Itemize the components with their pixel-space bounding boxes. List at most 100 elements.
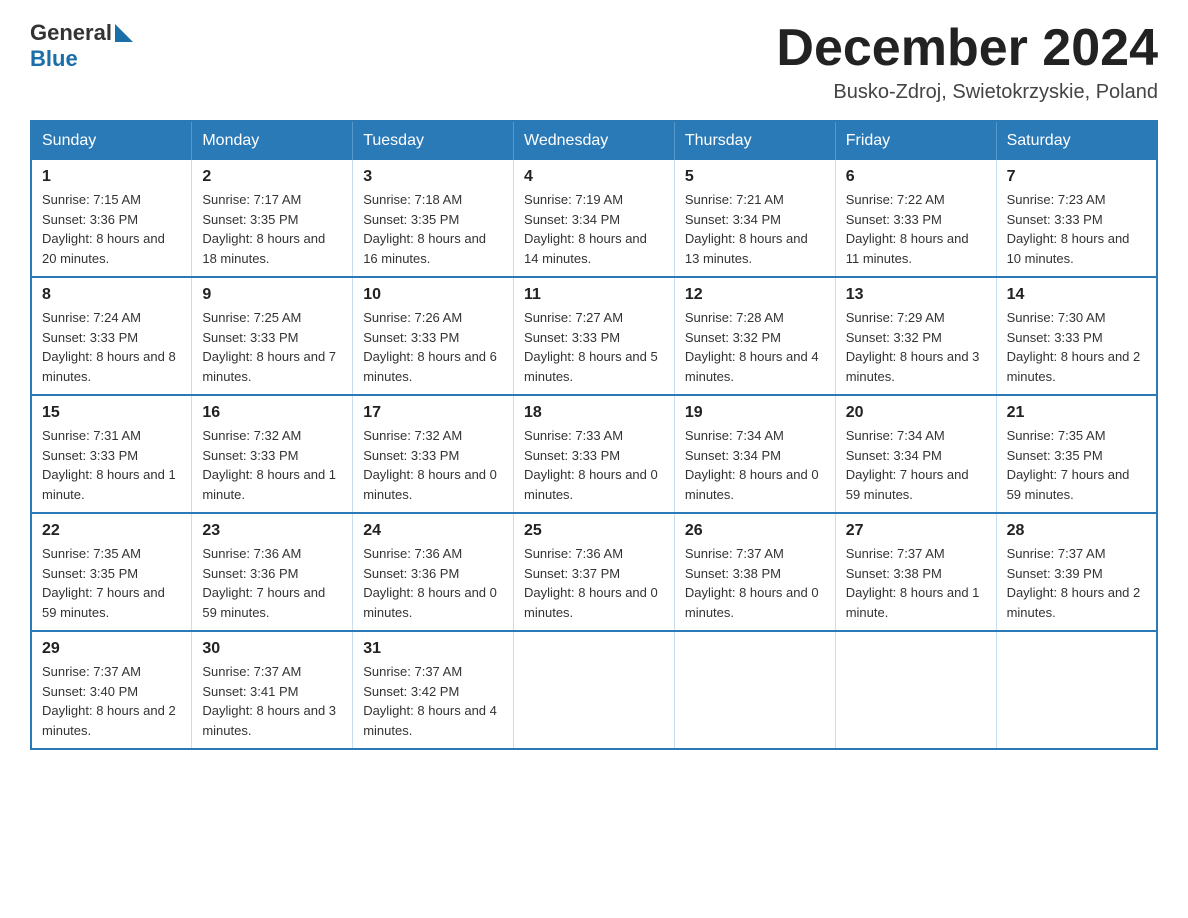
day-number: 28	[1007, 522, 1146, 540]
day-number: 26	[685, 522, 825, 540]
day-info: Sunrise: 7:26 AMSunset: 3:33 PMDaylight:…	[363, 308, 503, 386]
day-info: Sunrise: 7:22 AMSunset: 3:33 PMDaylight:…	[846, 190, 986, 268]
logo-blue-text: Blue	[30, 46, 78, 71]
day-info: Sunrise: 7:21 AMSunset: 3:34 PMDaylight:…	[685, 190, 825, 268]
day-number: 24	[363, 522, 503, 540]
day-info: Sunrise: 7:34 AMSunset: 3:34 PMDaylight:…	[685, 426, 825, 504]
day-number: 20	[846, 404, 986, 422]
calendar-cell	[674, 631, 835, 749]
page-header: General Blue December 2024 Busko-Zdroj, …	[30, 20, 1158, 104]
calendar-cell: 31Sunrise: 7:37 AMSunset: 3:42 PMDayligh…	[353, 631, 514, 749]
day-number: 7	[1007, 168, 1146, 186]
day-number: 21	[1007, 404, 1146, 422]
calendar-week-row-1: 1Sunrise: 7:15 AMSunset: 3:36 PMDaylight…	[31, 160, 1157, 277]
calendar-cell: 16 Sunrise: 7:32 AMSunset: 3:33 PMDayligh…	[192, 395, 353, 513]
weekday-header-tuesday: Tuesday	[353, 121, 514, 160]
calendar-cell: 14 Sunrise: 7:30 AMSunset: 3:33 PMDayligh…	[996, 277, 1157, 395]
day-number: 2	[202, 168, 342, 186]
day-info: Sunrise: 7:31 AMSunset: 3:33 PMDaylight:…	[42, 426, 181, 504]
day-info: Sunrise: 7:30 AMSunset: 3:33 PMDaylight:…	[1007, 308, 1146, 386]
calendar-cell: 30Sunrise: 7:37 AMSunset: 3:41 PMDayligh…	[192, 631, 353, 749]
logo-triangle-icon	[115, 24, 133, 42]
day-info: Sunrise: 7:15 AMSunset: 3:36 PMDaylight:…	[42, 190, 181, 268]
day-number: 11	[524, 286, 664, 304]
day-info: Sunrise: 7:36 AMSunset: 3:37 PMDaylight:…	[524, 544, 664, 622]
weekday-header-saturday: Saturday	[996, 121, 1157, 160]
calendar-cell: 26 Sunrise: 7:37 AMSunset: 3:38 PMDayligh…	[674, 513, 835, 631]
day-number: 3	[363, 168, 503, 186]
day-info: Sunrise: 7:18 AMSunset: 3:35 PMDaylight:…	[363, 190, 503, 268]
calendar-cell: 27 Sunrise: 7:37 AMSunset: 3:38 PMDayligh…	[835, 513, 996, 631]
calendar-cell: 19Sunrise: 7:34 AMSunset: 3:34 PMDayligh…	[674, 395, 835, 513]
calendar-cell: 18 Sunrise: 7:33 AMSunset: 3:33 PMDayligh…	[514, 395, 675, 513]
day-number: 29	[42, 640, 181, 658]
day-number: 13	[846, 286, 986, 304]
day-number: 6	[846, 168, 986, 186]
day-info: Sunrise: 7:23 AMSunset: 3:33 PMDaylight:…	[1007, 190, 1146, 268]
day-info: Sunrise: 7:36 AMSunset: 3:36 PMDaylight:…	[363, 544, 503, 622]
day-number: 18	[524, 404, 664, 422]
day-number: 12	[685, 286, 825, 304]
day-number: 14	[1007, 286, 1146, 304]
calendar-cell: 17 Sunrise: 7:32 AMSunset: 3:33 PMDayligh…	[353, 395, 514, 513]
logo-general-text: General	[30, 20, 112, 46]
day-number: 23	[202, 522, 342, 540]
day-info: Sunrise: 7:28 AMSunset: 3:32 PMDaylight:…	[685, 308, 825, 386]
day-number: 16	[202, 404, 342, 422]
day-info: Sunrise: 7:27 AMSunset: 3:33 PMDaylight:…	[524, 308, 664, 386]
calendar-cell: 25Sunrise: 7:36 AMSunset: 3:37 PMDayligh…	[514, 513, 675, 631]
calendar-cell: 6 Sunrise: 7:22 AMSunset: 3:33 PMDaylight…	[835, 160, 996, 277]
calendar-week-row-3: 15 Sunrise: 7:31 AMSunset: 3:33 PMDayligh…	[31, 395, 1157, 513]
calendar-cell: 20 Sunrise: 7:34 AMSunset: 3:34 PMDayligh…	[835, 395, 996, 513]
day-info: Sunrise: 7:32 AMSunset: 3:33 PMDaylight:…	[363, 426, 503, 504]
day-number: 22	[42, 522, 181, 540]
calendar-cell: 3 Sunrise: 7:18 AMSunset: 3:35 PMDaylight…	[353, 160, 514, 277]
location: Busko-Zdroj, Swietokrzyskie, Poland	[776, 81, 1158, 104]
month-title: December 2024	[776, 20, 1158, 77]
calendar-cell: 5 Sunrise: 7:21 AMSunset: 3:34 PMDaylight…	[674, 160, 835, 277]
calendar-cell: 10 Sunrise: 7:26 AMSunset: 3:33 PMDayligh…	[353, 277, 514, 395]
weekday-header-friday: Friday	[835, 121, 996, 160]
calendar-cell: 23Sunrise: 7:36 AMSunset: 3:36 PMDayligh…	[192, 513, 353, 631]
calendar-week-row-5: 29 Sunrise: 7:37 AMSunset: 3:40 PMDayligh…	[31, 631, 1157, 749]
calendar-cell	[514, 631, 675, 749]
calendar-cell: 7 Sunrise: 7:23 AMSunset: 3:33 PMDaylight…	[996, 160, 1157, 277]
day-info: Sunrise: 7:37 AMSunset: 3:40 PMDaylight:…	[42, 662, 181, 740]
day-info: Sunrise: 7:25 AMSunset: 3:33 PMDaylight:…	[202, 308, 342, 386]
day-info: Sunrise: 7:24 AMSunset: 3:33 PMDaylight:…	[42, 308, 181, 386]
day-info: Sunrise: 7:37 AMSunset: 3:38 PMDaylight:…	[846, 544, 986, 622]
day-info: Sunrise: 7:37 AMSunset: 3:38 PMDaylight:…	[685, 544, 825, 622]
day-info: Sunrise: 7:29 AMSunset: 3:32 PMDaylight:…	[846, 308, 986, 386]
day-number: 5	[685, 168, 825, 186]
day-info: Sunrise: 7:19 AMSunset: 3:34 PMDaylight:…	[524, 190, 664, 268]
calendar-cell: 1Sunrise: 7:15 AMSunset: 3:36 PMDaylight…	[31, 160, 192, 277]
day-info: Sunrise: 7:33 AMSunset: 3:33 PMDaylight:…	[524, 426, 664, 504]
calendar-cell: 15 Sunrise: 7:31 AMSunset: 3:33 PMDayligh…	[31, 395, 192, 513]
weekday-header-thursday: Thursday	[674, 121, 835, 160]
calendar-cell: 4 Sunrise: 7:19 AMSunset: 3:34 PMDaylight…	[514, 160, 675, 277]
title-block: December 2024 Busko-Zdroj, Swietokrzyski…	[776, 20, 1158, 104]
calendar-cell: 2 Sunrise: 7:17 AMSunset: 3:35 PMDaylight…	[192, 160, 353, 277]
day-number: 15	[42, 404, 181, 422]
calendar-cell	[835, 631, 996, 749]
calendar-cell: 11 Sunrise: 7:27 AMSunset: 3:33 PMDayligh…	[514, 277, 675, 395]
calendar-cell: 12 Sunrise: 7:28 AMSunset: 3:32 PMDayligh…	[674, 277, 835, 395]
day-number: 27	[846, 522, 986, 540]
calendar-cell: 29 Sunrise: 7:37 AMSunset: 3:40 PMDayligh…	[31, 631, 192, 749]
day-number: 4	[524, 168, 664, 186]
calendar-cell: 28Sunrise: 7:37 AMSunset: 3:39 PMDayligh…	[996, 513, 1157, 631]
day-info: Sunrise: 7:17 AMSunset: 3:35 PMDaylight:…	[202, 190, 342, 268]
day-number: 17	[363, 404, 503, 422]
calendar-cell: 21 Sunrise: 7:35 AMSunset: 3:35 PMDayligh…	[996, 395, 1157, 513]
day-number: 30	[202, 640, 342, 658]
calendar-week-row-2: 8 Sunrise: 7:24 AMSunset: 3:33 PMDaylight…	[31, 277, 1157, 395]
day-number: 8	[42, 286, 181, 304]
weekday-header-monday: Monday	[192, 121, 353, 160]
calendar-cell	[996, 631, 1157, 749]
day-info: Sunrise: 7:32 AMSunset: 3:33 PMDaylight:…	[202, 426, 342, 504]
day-info: Sunrise: 7:34 AMSunset: 3:34 PMDaylight:…	[846, 426, 986, 504]
day-info: Sunrise: 7:37 AMSunset: 3:42 PMDaylight:…	[363, 662, 503, 740]
day-info: Sunrise: 7:35 AMSunset: 3:35 PMDaylight:…	[1007, 426, 1146, 504]
day-info: Sunrise: 7:35 AMSunset: 3:35 PMDaylight:…	[42, 544, 181, 622]
day-number: 10	[363, 286, 503, 304]
